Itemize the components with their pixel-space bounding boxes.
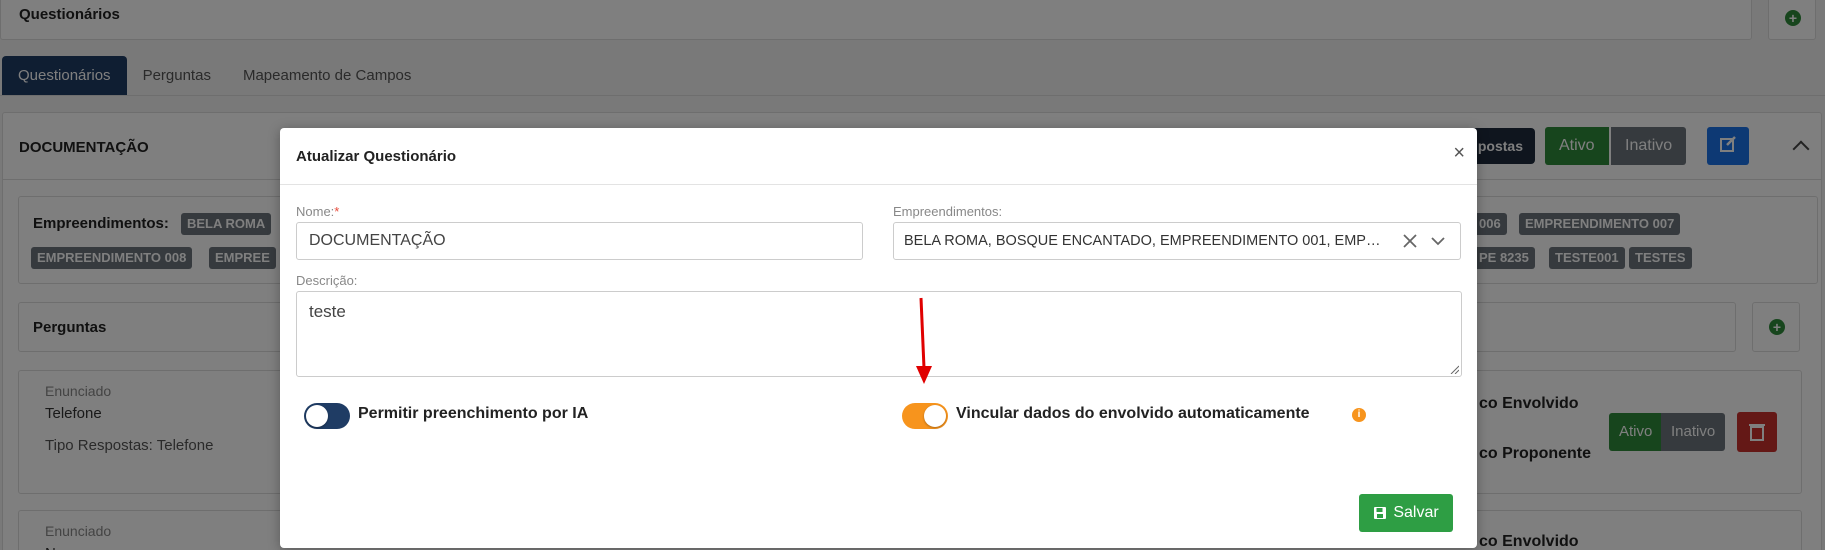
atualizar-questionario-modal: Atualizar Questionário × Nome:* DOCUMENT… — [280, 128, 1477, 548]
required-asterisk: * — [334, 204, 340, 219]
nome-label: Nome:* — [296, 204, 340, 219]
descricao-label: Descrição: — [296, 273, 358, 288]
close-icon[interactable]: × — [1453, 142, 1465, 165]
modal-title: Atualizar Questionário — [296, 148, 457, 165]
toggle-knob — [924, 405, 946, 427]
permitir-ia-label: Permitir preenchimento por IA — [358, 405, 589, 422]
nome-input[interactable]: DOCUMENTAÇÃO — [296, 222, 863, 260]
empreendimentos-select-value: BELA ROMA, BOSQUE ENCANTADO, EMPREENDIME… — [904, 233, 1384, 249]
descricao-textarea[interactable]: teste — [296, 291, 1462, 377]
permitir-ia-toggle[interactable] — [304, 403, 350, 429]
empreendimentos-label: Empreendimentos: — [893, 204, 1003, 219]
vincular-dados-label: Vincular dados do envolvido automaticame… — [956, 405, 1310, 422]
floppy-disk-icon — [1374, 507, 1387, 519]
resize-handle-icon[interactable] — [1449, 364, 1459, 374]
empreendimentos-select[interactable]: BELA ROMA, BOSQUE ENCANTADO, EMPREENDIME… — [893, 222, 1461, 260]
descricao-value: teste — [309, 302, 346, 321]
save-button-label: Salvar — [1393, 504, 1439, 521]
annotation-arrow-icon — [916, 297, 932, 384]
save-button[interactable]: Salvar — [1359, 494, 1453, 532]
modal-header-divider — [280, 184, 1477, 185]
info-icon[interactable]: i — [1352, 408, 1366, 422]
clear-icon[interactable] — [1400, 231, 1420, 251]
vincular-dados-toggle[interactable] — [902, 403, 948, 429]
chevron-down-icon[interactable] — [1428, 231, 1448, 251]
toggle-knob — [306, 405, 328, 427]
